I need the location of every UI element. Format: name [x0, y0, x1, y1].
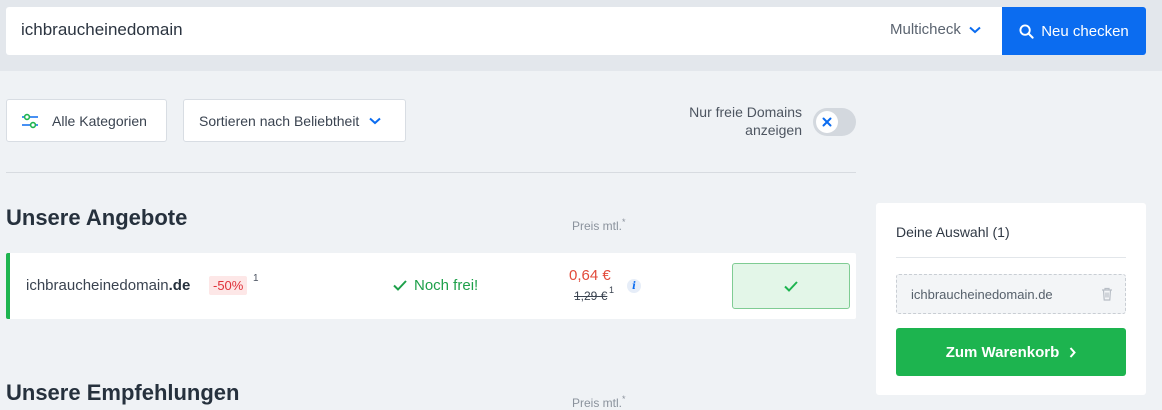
old-price: 1,29 €: [574, 289, 608, 303]
check-icon: [393, 280, 407, 291]
selected-domain-name: ichbraucheinedomain.de: [911, 287, 1053, 302]
divider: [6, 172, 856, 173]
multicheck-dropdown[interactable]: Multicheck: [890, 21, 981, 38]
categories-filter-label: Alle Kategorien: [52, 112, 147, 129]
check-icon: [784, 280, 798, 292]
multicheck-label: Multicheck: [890, 21, 961, 38]
sort-label: Sortieren nach Beliebtheit: [199, 112, 360, 129]
price-column-header: Preis mtl.*: [572, 217, 626, 233]
divider: [896, 257, 1126, 258]
price-column-header-mark: *: [622, 394, 626, 404]
toggle-knob: [816, 111, 838, 133]
offer-row: ichbraucheinedomain.de -50% 1 Noch frei!…: [6, 253, 856, 319]
domain-search: ichbraucheinedomain Multicheck Neu check…: [6, 7, 1146, 55]
old-price-footnote: 1: [609, 285, 615, 295]
discount-footnote: 1: [253, 273, 259, 284]
search-bar-area: ichbraucheinedomain Multicheck Neu check…: [0, 0, 1162, 71]
selected-domain-item: ichbraucheinedomain.de: [896, 274, 1126, 314]
checkout-button-label: Zum Warenkorb: [945, 343, 1060, 361]
sliders-icon: [22, 113, 38, 128]
free-domains-label-line2: anzeigen: [745, 122, 802, 138]
info-icon[interactable]: i: [627, 279, 641, 293]
offer-domain-name: ichbraucheinedomain: [26, 277, 169, 294]
selection-title: Deine Auswahl (1): [896, 224, 1010, 240]
search-button[interactable]: Neu checken: [1002, 7, 1146, 55]
chevron-down-icon: [369, 117, 381, 124]
selection-panel: Deine Auswahl (1) ichbraucheinedomain.de…: [876, 203, 1146, 395]
offer-domain: ichbraucheinedomain.de: [26, 277, 190, 294]
price-column-header-text: Preis mtl.: [572, 396, 623, 410]
availability-status: Noch frei!: [393, 277, 478, 294]
close-icon: [822, 117, 832, 127]
categories-filter-button[interactable]: Alle Kategorien: [6, 99, 167, 142]
chevron-down-icon: [969, 26, 981, 33]
recommendations-heading: Unsere Empfehlungen: [6, 380, 240, 405]
free-domains-label-line1: Nur freie Domains: [689, 104, 802, 120]
chevron-right-icon: [1070, 346, 1077, 358]
trash-icon: [1102, 287, 1112, 301]
price-column-header-text: Preis mtl.: [572, 219, 623, 233]
discount-badge: -50%: [209, 276, 248, 295]
availability-status-label: Noch frei!: [414, 277, 479, 294]
sort-dropdown[interactable]: Sortieren nach Beliebtheit: [183, 99, 406, 142]
search-button-label: Neu checken: [1041, 22, 1129, 40]
free-domains-toggle[interactable]: [813, 108, 856, 136]
select-domain-button[interactable]: [732, 263, 850, 309]
current-price: 0,64 €: [569, 267, 611, 284]
offers-heading: Unsere Angebote: [6, 205, 188, 230]
search-input[interactable]: ichbraucheinedomain: [21, 20, 183, 40]
price-column-header-mark: *: [622, 217, 626, 227]
search-icon: [1019, 23, 1034, 39]
remove-button[interactable]: [1101, 287, 1113, 306]
free-domains-label: Nur freie Domains anzeigen: [660, 103, 802, 139]
offer-domain-tld: .de: [168, 277, 191, 294]
price-column-header: Preis mtl.*: [572, 394, 626, 410]
checkout-button[interactable]: Zum Warenkorb: [896, 328, 1126, 376]
